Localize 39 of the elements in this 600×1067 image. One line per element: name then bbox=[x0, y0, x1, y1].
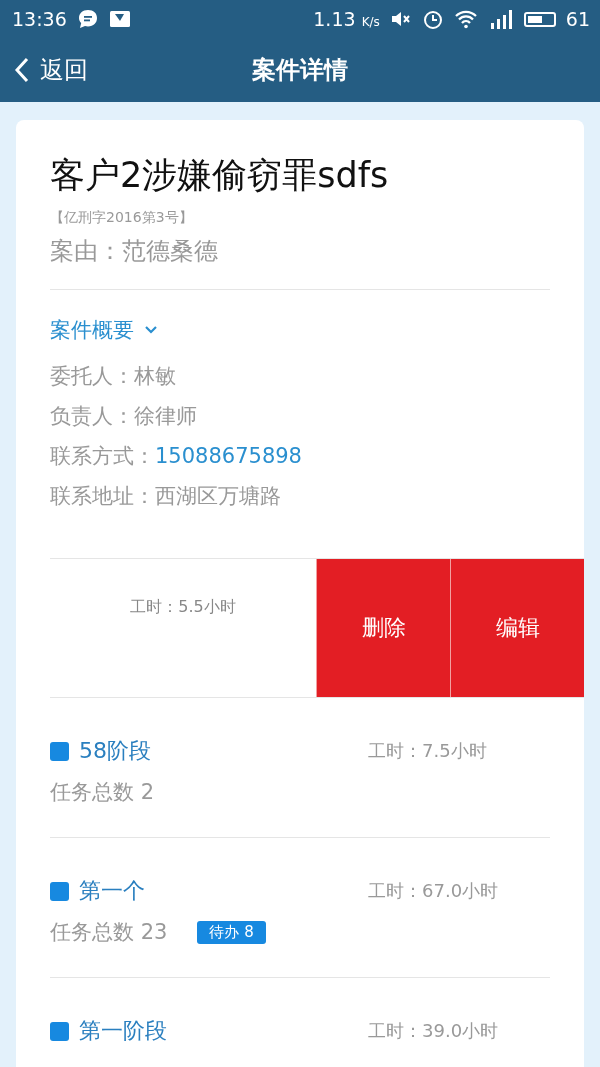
page-title: 案件详情 bbox=[252, 55, 348, 86]
field-label: 负责人： bbox=[50, 404, 134, 428]
todo-badge: 待办 8 bbox=[197, 920, 266, 944]
battery-icon bbox=[523, 11, 556, 27]
stage-name[interactable]: 第一阶段 bbox=[79, 1016, 167, 1046]
square-icon bbox=[50, 1021, 69, 1041]
chat-bubble-icon bbox=[76, 9, 99, 29]
field-label: 联系地址： bbox=[50, 484, 155, 508]
mute-icon bbox=[389, 10, 412, 28]
case-cause: 案由：范德桑德 bbox=[50, 236, 219, 267]
stage-hours: 工时：67.0小时 bbox=[368, 879, 500, 903]
image-icon bbox=[108, 10, 131, 28]
stage-hours: 工时：39.0小时 bbox=[368, 1019, 500, 1043]
case-number: 【亿刑字2016第3号】 bbox=[50, 209, 194, 227]
field-label: 委托人： bbox=[50, 364, 134, 388]
network-speed: 1.13 K/s bbox=[313, 8, 380, 30]
task-count: 任务总数 23 bbox=[50, 919, 168, 946]
field-value: 徐律师 bbox=[134, 404, 197, 428]
alarm-icon bbox=[421, 8, 444, 30]
action-button[interactable]: 删除 bbox=[316, 559, 450, 697]
case-title: 客户2涉嫌偷窃罪sdfs bbox=[50, 154, 390, 197]
wifi-icon bbox=[453, 9, 478, 29]
action-button[interactable]: 编辑 bbox=[450, 559, 584, 697]
task-count: 任务总数 2 bbox=[50, 779, 155, 806]
field-label: 联系方式： bbox=[50, 444, 155, 468]
work-hours: 工时：5.5小时 bbox=[130, 597, 236, 618]
stage-hours: 工时：7.5小时 bbox=[368, 739, 488, 763]
chevron-left-icon bbox=[14, 56, 30, 84]
field-value: 西湖区万塘路 bbox=[155, 484, 281, 508]
square-icon bbox=[50, 881, 69, 901]
status-time: 13:36 bbox=[12, 8, 67, 30]
summary-toggle[interactable]: 案件概要 bbox=[50, 316, 158, 344]
field-value: 林敏 bbox=[134, 364, 176, 388]
phone-link[interactable]: 15088675898 bbox=[155, 444, 302, 468]
stage-name[interactable]: 58阶段 bbox=[79, 736, 151, 766]
back-button[interactable]: 返回 bbox=[0, 54, 88, 86]
battery-percent: 61 bbox=[565, 8, 590, 30]
square-icon bbox=[50, 741, 69, 761]
stage-name[interactable]: 第一个 bbox=[79, 876, 145, 906]
